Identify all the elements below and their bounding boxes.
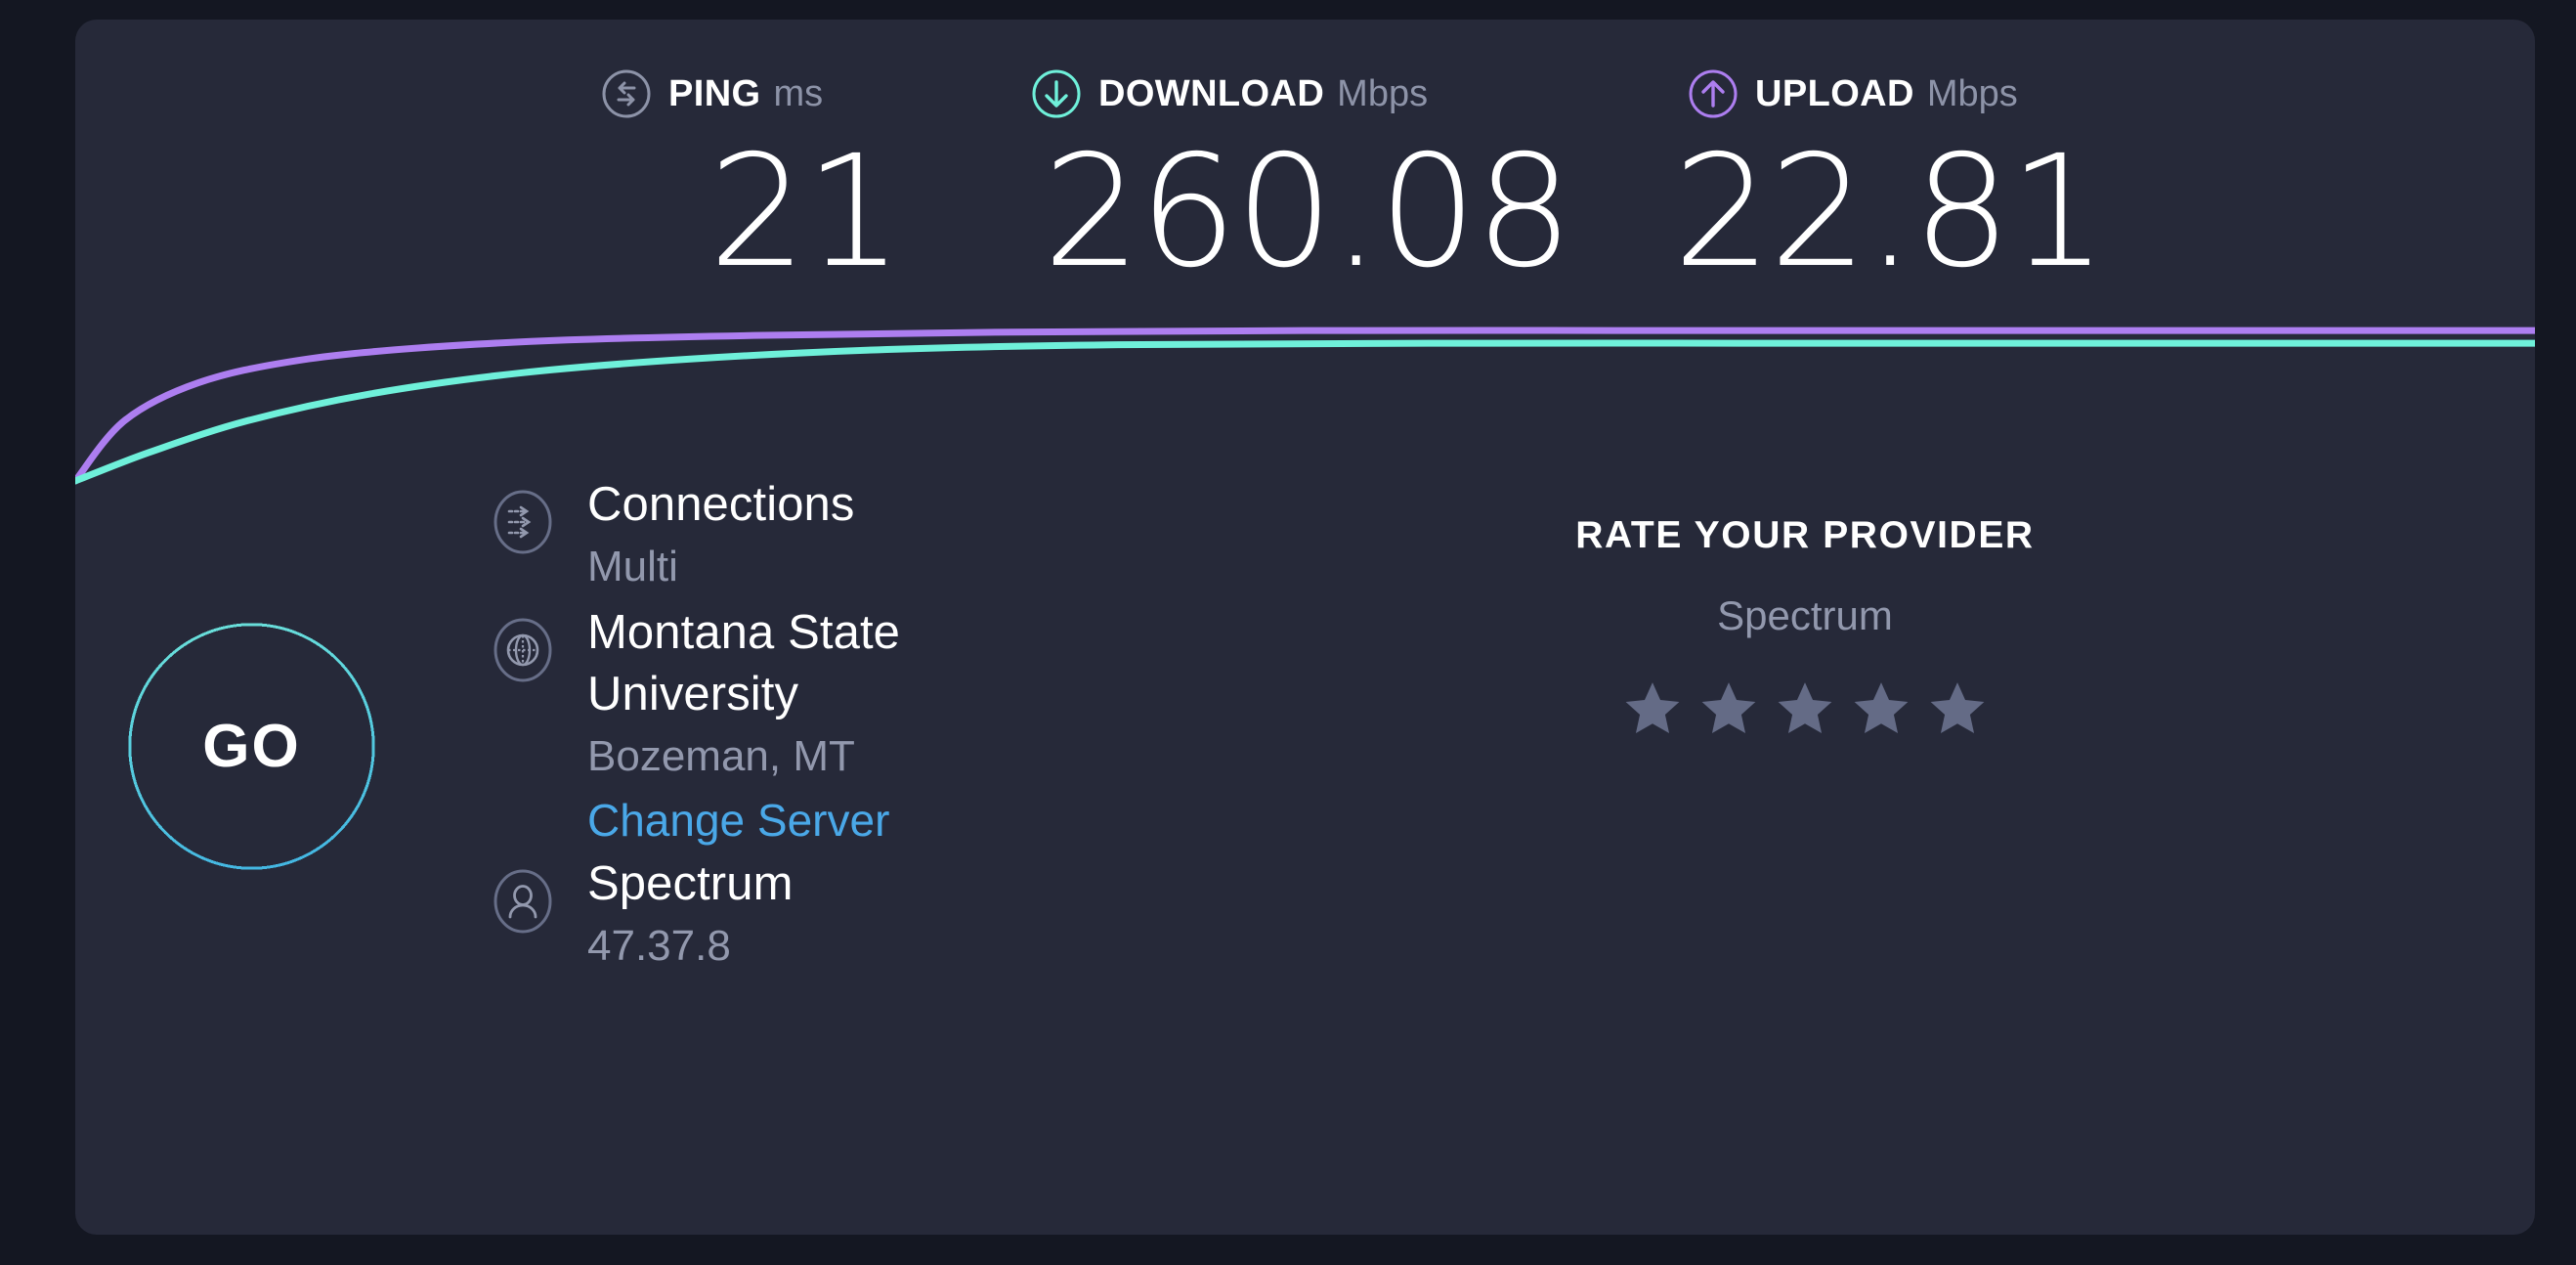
- go-button[interactable]: GO: [77, 572, 426, 921]
- rating-star[interactable]: [1622, 678, 1683, 739]
- globe-icon: [494, 618, 552, 682]
- person-icon: [494, 869, 552, 934]
- rating-star[interactable]: [1927, 678, 1988, 739]
- metric-ping-head: PING ms: [544, 65, 896, 122]
- rate-provider-name: Spectrum: [1717, 592, 1893, 638]
- server-name: Montana State University: [587, 609, 900, 719]
- graph-line-upload: [75, 327, 2535, 485]
- result-body: GO Connections Multi Montana State Unive…: [75, 479, 2535, 1235]
- connections-label: Connections: [587, 478, 855, 531]
- metric-ping-unit: ms: [773, 72, 824, 114]
- speedtest-card: PING ms 21 DOWNLOAD Mbps 260.08 UPLOAD M…: [75, 20, 2535, 1235]
- graph-line-download: [75, 339, 2535, 485]
- globe-icon-wrap: [486, 613, 560, 687]
- speed-graph-svg: [75, 327, 2535, 485]
- go-button-wrap: GO: [77, 572, 426, 921]
- metric-download-value: 260.08: [1043, 122, 1573, 302]
- rating-star[interactable]: [1851, 678, 1911, 739]
- ping-icon: [602, 69, 651, 118]
- metric-upload-value: 22.81: [1673, 122, 2107, 302]
- metric-download-label: DOWNLOAD: [1098, 72, 1325, 114]
- isp-ip: 47.37.8: [587, 921, 731, 970]
- metric-download-unit: Mbps: [1337, 72, 1429, 114]
- rating-stars[interactable]: [1463, 678, 2147, 739]
- server-name-line1: Montana State: [587, 606, 901, 660]
- download-icon: [1032, 69, 1081, 118]
- connections-value: Multi: [587, 543, 678, 590]
- go-button-label: GO: [202, 713, 301, 780]
- metrics-header: PING ms 21 DOWNLOAD Mbps 260.08 UPLOAD M…: [75, 20, 2535, 332]
- metric-upload-label: UPLOAD: [1755, 72, 1914, 114]
- isp-text: Spectrum 47.37.8: [587, 858, 794, 969]
- connections-text: Connections Multi: [587, 479, 855, 589]
- metric-upload-unit: Mbps: [1926, 72, 2018, 114]
- speed-graph: [75, 313, 2535, 499]
- metric-upload: UPLOAD Mbps 22.81: [1658, 65, 2264, 290]
- metric-download-head: DOWNLOAD Mbps: [955, 65, 1619, 122]
- upload-icon: [1689, 69, 1738, 118]
- info-row-server: Montana State University Bozeman, MT Cha…: [486, 607, 1365, 845]
- metric-ping: PING ms 21: [544, 65, 903, 302]
- change-server-link[interactable]: Change Server: [587, 797, 889, 845]
- isp-name: Spectrum: [587, 856, 794, 910]
- server-name-line2: University: [587, 668, 799, 721]
- connection-info-list: Connections Multi Montana State Universi…: [486, 479, 1365, 975]
- connections-icon-wrap: [486, 485, 560, 559]
- person-icon-wrap: [486, 864, 560, 938]
- connections-icon: [494, 490, 552, 554]
- metric-upload-head: UPLOAD Mbps: [1658, 65, 2264, 122]
- metric-ping-value: 21: [708, 122, 903, 302]
- metric-download: DOWNLOAD Mbps 260.08: [955, 65, 1619, 290]
- rating-star[interactable]: [1698, 678, 1759, 739]
- server-location: Bozeman, MT: [587, 732, 855, 781]
- rate-provider-title: RATE YOUR PROVIDER: [1575, 514, 2035, 556]
- server-text: Montana State University Bozeman, MT Cha…: [587, 607, 900, 845]
- rate-provider-section: RATE YOUR PROVIDER Spectrum: [1463, 514, 2147, 739]
- info-row-isp: Spectrum 47.37.8: [486, 858, 1365, 969]
- speedtest-result-page: PING ms 21 DOWNLOAD Mbps 260.08 UPLOAD M…: [0, 0, 2576, 1265]
- rating-star[interactable]: [1775, 678, 1835, 739]
- metric-ping-label: PING: [668, 72, 761, 114]
- info-row-connections: Connections Multi: [486, 479, 1365, 589]
